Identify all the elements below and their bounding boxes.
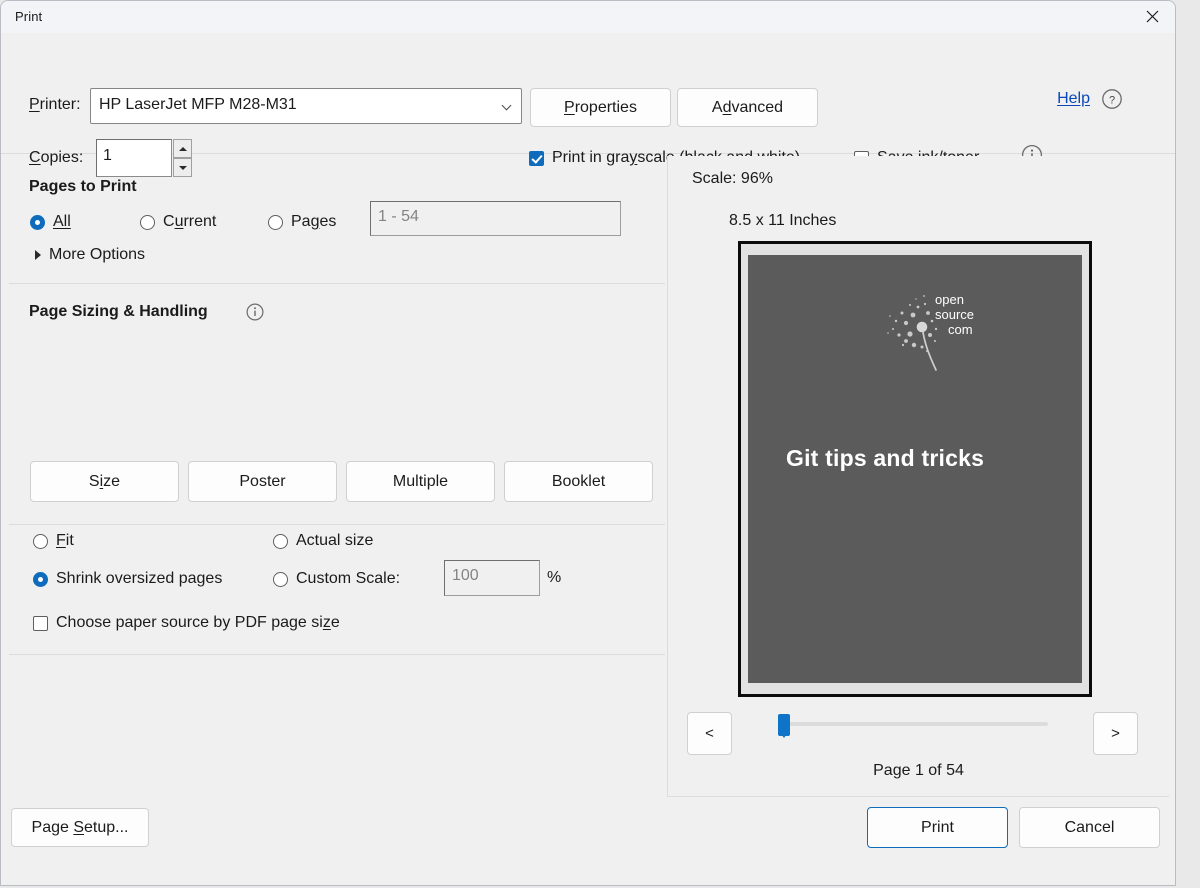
radio-current[interactable]: Current [140,213,216,231]
radio-current-indicator[interactable] [140,214,155,230]
radio-pages-label: Pages [291,213,337,230]
scale-text: Scale: 96% [692,170,773,187]
cancel-button[interactable]: Cancel [1019,807,1160,848]
print-dialog-window: Print Printer: HP LaserJet MFP M28-M31 P… [0,0,1176,886]
svg-text:com: com [948,322,973,337]
radio-current-label: Current [163,213,217,230]
help-link[interactable]: Help [1057,90,1090,108]
dialog-footer: Page Setup... Print Cancel [1,797,1175,885]
printer-section: Printer: HP LaserJet MFP M28-M31 Propert… [1,33,1175,177]
svg-text:source: source [935,307,974,322]
cancel-button-label: Cancel [1064,818,1115,836]
advanced-label: Advanced [711,98,784,116]
properties-label: Properties [564,98,637,116]
sides-orientation-section: Print on both sides of paper Orientation… [9,525,665,655]
more-options-label: More Options [49,246,146,263]
page-setup-button[interactable]: Page Setup... [11,808,149,847]
multiple-button-label: Multiple [392,472,449,490]
question-circle-icon[interactable]: ? [1101,88,1123,110]
page-preview[interactable]: open source com Git tips and tricks [738,241,1092,697]
radio-all[interactable]: All [30,213,71,231]
window-title: Print [15,9,43,24]
previous-page-button[interactable]: < [687,712,732,755]
previous-page-label: < [705,725,714,742]
paper-size-text: 8.5 x 11 Inches [729,212,837,229]
print-button-label: Print [921,818,954,836]
printer-select[interactable]: HP LaserJet MFP M28-M31 [90,88,522,124]
radio-all-indicator[interactable] [30,214,45,230]
opensource-com-dandelion-logo: open source com [887,292,974,371]
preview-page-content: open source com Git tips and tricks [748,255,1082,683]
page-slider-track[interactable] [778,722,1048,726]
page-slider-thumb[interactable] [778,714,790,738]
close-icon[interactable] [1129,1,1175,32]
print-options-panel: Pages to Print All Current Pages 1 - 54 … [9,156,665,751]
chevron-down-icon [501,100,513,112]
preview-panel: Scale: 96% 8.5 x 11 Inches open source c… [667,156,1169,797]
poster-button[interactable]: Poster [188,461,337,502]
svg-text:?: ? [1109,94,1115,106]
preview-document-title: Git tips and tricks [786,445,985,471]
poster-button-label: Poster [239,472,286,490]
next-page-label: > [1111,725,1120,742]
page-count-text: Page 1 of 54 [873,762,964,779]
booklet-button-label: Booklet [551,472,606,490]
print-button[interactable]: Print [867,807,1008,848]
page-setup-label: Page Setup... [31,818,129,836]
close-glyph [1146,10,1158,23]
pages-to-print-title: Pages to Print [29,178,137,195]
comments-forms-section: Comments & Forms Document and Markups Su… [9,655,665,751]
properties-button[interactable]: Properties [530,88,671,127]
more-options-toggle[interactable]: More Options [35,246,145,264]
radio-pages[interactable]: Pages [268,213,336,231]
printer-selected-value: HP LaserJet MFP M28-M31 [99,96,297,113]
title-bar: Print [1,1,1175,33]
pages-range-placeholder: 1 - 54 [378,208,419,225]
page-sizing-title: Page Sizing & Handling [29,303,208,320]
radio-all-label: All [53,213,71,230]
info-circle-icon[interactable] [245,302,265,322]
advanced-button[interactable]: Advanced [677,88,818,127]
svg-text:open: open [935,292,964,307]
multiple-button[interactable]: Multiple [346,461,495,502]
booklet-button[interactable]: Booklet [504,461,653,502]
triangle-right-icon [35,250,41,260]
page-sizing-section: Page Sizing & Handling Size Poster Multi… [9,284,665,631]
size-button[interactable]: Size [30,461,179,502]
size-button-label: Size [88,472,121,490]
next-page-button[interactable]: > [1093,712,1138,755]
pages-range-input[interactable]: 1 - 54 [370,201,621,236]
printer-label: Printer: [29,96,81,113]
pages-to-print-section: Pages to Print All Current Pages 1 - 54 … [9,156,665,284]
radio-pages-indicator[interactable] [268,214,283,230]
